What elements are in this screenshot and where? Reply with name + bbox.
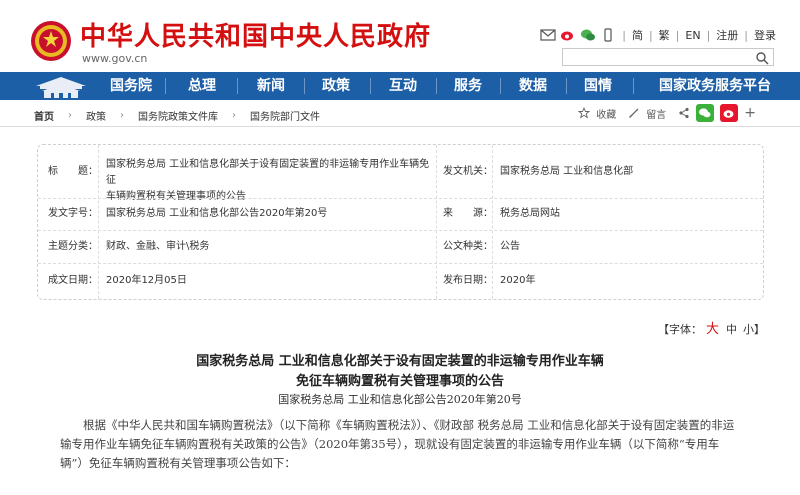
- mail-icon[interactable]: [540, 28, 556, 42]
- wechat-icon[interactable]: [580, 28, 596, 42]
- favorite-button[interactable]: 收藏: [596, 106, 616, 121]
- chevron-right-icon: ›: [120, 110, 124, 121]
- nav-item-gov-service-platform[interactable]: 国家政务服务平台: [640, 72, 790, 100]
- site-domain: www.gov.cn: [82, 52, 148, 65]
- title-label: 标 题：: [48, 166, 98, 177]
- link-login[interactable]: 登录: [754, 27, 776, 43]
- document-info-table: 标 题： 国家税务总局 工业和信息化部关于设有固定装置的非运输专用作业车辆免征 …: [37, 144, 764, 300]
- issuer-label: 发文机关：: [443, 166, 493, 177]
- written-date-label: 成文日期：: [48, 275, 98, 286]
- nav-divider: [165, 78, 166, 94]
- breadcrumb-dept-docs[interactable]: 国务院部门文件: [250, 108, 320, 123]
- nav-divider: [304, 78, 305, 94]
- article-body: 根据《中华人民共和国车辆购置税法》（以下简称《车辆购置税法》）、《财政部 税务总…: [60, 418, 735, 470]
- chevron-right-icon: ›: [68, 110, 72, 121]
- site-header: 中华人民共和国中央人民政府 www.gov.cn | 简 | 繁 | EN | …: [0, 0, 800, 72]
- link-register[interactable]: 注册: [716, 27, 738, 43]
- nav-item-services[interactable]: 服务: [438, 72, 498, 100]
- search-input[interactable]: [562, 48, 774, 66]
- star-icon[interactable]: [578, 107, 591, 119]
- font-size-large-button[interactable]: 大: [706, 322, 719, 337]
- article-title-line-1: 国家税务总局 工业和信息化部关于设有固定装置的非运输专用作业车辆: [196, 354, 604, 369]
- separator: |: [706, 28, 711, 42]
- issuer-value: 国家税务总局 工业和信息化部: [500, 166, 634, 177]
- title-value-line-2: 车辆购置税有关管理事项的公告: [106, 191, 246, 202]
- breadcrumb-policy-library[interactable]: 国务院政策文件库: [138, 108, 218, 123]
- nav-divider: [633, 78, 634, 94]
- breadcrumb: 首页 › 政策 › 国务院政策文件库 › 国务院部门文件: [34, 108, 320, 123]
- column-divider: [436, 145, 437, 299]
- row-divider: [38, 230, 763, 231]
- top-links: | 简 | 繁 | EN | 注册 | 登录: [540, 27, 776, 43]
- font-size-medium-button[interactable]: 中: [726, 323, 737, 336]
- plus-icon[interactable]: +: [744, 105, 756, 121]
- separator: |: [648, 28, 653, 42]
- wechat-share-icon[interactable]: [696, 104, 715, 122]
- source-value: 税务总局网站: [500, 208, 560, 219]
- pencil-icon[interactable]: [628, 107, 640, 119]
- nav-item-news[interactable]: 新闻: [241, 72, 301, 100]
- column-divider: [98, 145, 99, 299]
- doc-number-value: 国家税务总局 工业和信息化部公告2020年第20号: [106, 208, 328, 219]
- link-english[interactable]: EN: [685, 29, 700, 42]
- row-divider: [38, 198, 763, 199]
- nav-item-national-info[interactable]: 国情: [568, 72, 628, 100]
- nav-item-state-council[interactable]: 国务院: [101, 72, 161, 100]
- nav-item-policy[interactable]: 政策: [306, 72, 366, 100]
- share-icon[interactable]: [678, 107, 690, 119]
- breadcrumb-home[interactable]: 首页: [34, 108, 54, 123]
- category-label: 主题分类：: [48, 241, 98, 252]
- font-size-switcher: 【字体： 大中小】: [658, 318, 768, 337]
- mobile-icon[interactable]: [600, 28, 616, 42]
- row-divider: [38, 263, 763, 264]
- weibo-share-icon[interactable]: [720, 104, 739, 122]
- tiananmen-logo-icon: [36, 77, 86, 98]
- weibo-icon[interactable]: [560, 28, 576, 42]
- national-emblem-icon[interactable]: [30, 20, 72, 62]
- nav-divider: [237, 78, 238, 94]
- breadcrumb-policy[interactable]: 政策: [86, 108, 106, 123]
- publish-date-label: 发布日期：: [443, 275, 493, 286]
- page-tools: 收藏 留言 +: [578, 104, 756, 122]
- font-size-small-button[interactable]: 小】: [743, 323, 765, 336]
- publish-date-value: 2020年: [500, 275, 536, 286]
- separator: |: [622, 28, 626, 42]
- separator: |: [744, 28, 748, 42]
- title-value-line-1: 国家税务总局 工业和信息化部关于设有固定装置的非运输专用作业车辆免征: [106, 159, 430, 186]
- nav-divider: [436, 78, 437, 94]
- article-title-line-2: 免征车辆购置税有关管理事项的公告: [295, 374, 504, 389]
- comment-button[interactable]: 留言: [646, 106, 666, 121]
- font-size-label: 【字体：: [657, 323, 702, 336]
- nav-divider: [370, 78, 371, 94]
- column-divider: [492, 145, 493, 299]
- main-nav: 国务院 总理 新闻 政策 互动 服务 数据 国情 国家政务服务平台: [0, 72, 800, 100]
- link-simplified[interactable]: 简: [632, 27, 643, 43]
- separator: |: [675, 28, 680, 42]
- doc-number-label: 发文字号：: [48, 208, 98, 219]
- search-icon[interactable]: [755, 51, 769, 65]
- chevron-right-icon: ›: [232, 110, 236, 121]
- site-title[interactable]: 中华人民共和国中央人民政府: [80, 16, 431, 53]
- nav-item-interaction[interactable]: 互动: [373, 72, 433, 100]
- link-traditional[interactable]: 繁: [659, 27, 670, 43]
- doc-type-label: 公文种类：: [443, 241, 493, 252]
- category-value: 财政、金融、审计\税务: [106, 241, 210, 252]
- nav-divider: [566, 78, 567, 94]
- divider: [0, 126, 800, 127]
- written-date-value: 2020年12月05日: [106, 275, 187, 286]
- article-doc-number: 国家税务总局 工业和信息化部公告2020年第20号: [278, 393, 522, 406]
- nav-divider: [500, 78, 501, 94]
- source-label: 来 源：: [443, 208, 493, 219]
- doc-type-value: 公告: [500, 241, 520, 252]
- nav-item-data[interactable]: 数据: [503, 72, 563, 100]
- nav-item-premier[interactable]: 总理: [172, 72, 232, 100]
